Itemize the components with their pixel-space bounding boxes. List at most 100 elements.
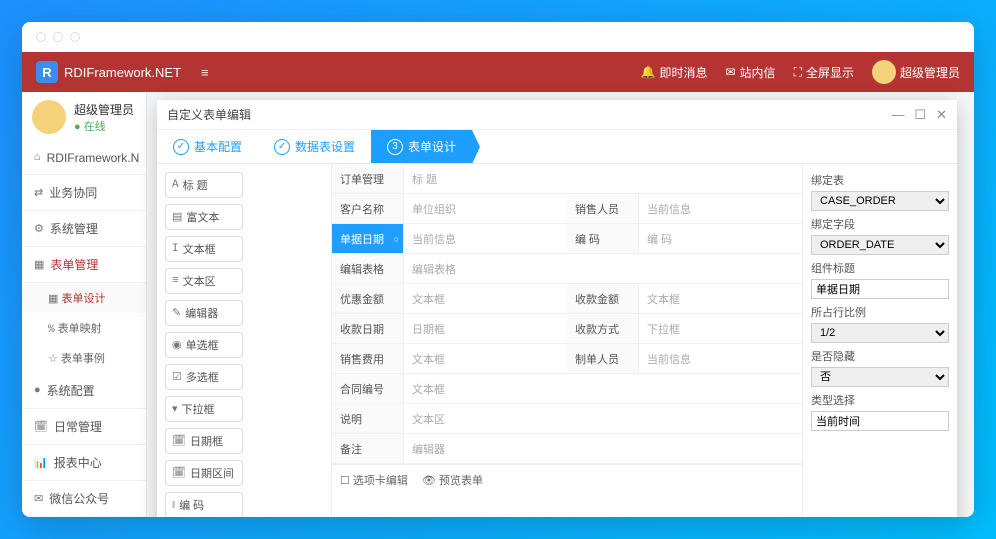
palette-item[interactable]: ▾下拉框 bbox=[165, 396, 243, 422]
logo-icon: R bbox=[36, 61, 58, 83]
mail-link[interactable]: ✉ 站内信 bbox=[725, 64, 775, 81]
field-label[interactable]: 优惠金额 bbox=[332, 284, 404, 313]
topbar: R RDIFramework.NET ≡ 🔔 即时消息 ✉ 站内信 ⛶ 全屏显示… bbox=[22, 52, 974, 92]
sidebar-item[interactable]: ●系统配置 bbox=[22, 373, 146, 409]
palette-icon: ▾ bbox=[172, 402, 178, 416]
field-label[interactable]: 订单管理 bbox=[332, 164, 404, 193]
field-value[interactable]: 当前信息 bbox=[639, 194, 802, 223]
sidebar-item[interactable]: ✉微信公众号 bbox=[22, 481, 146, 517]
palette-icon: ≡ bbox=[172, 275, 179, 287]
brand-text: RDIFramework.NET bbox=[64, 65, 181, 80]
field-label[interactable]: 合同编号 bbox=[332, 374, 404, 403]
tab-preview[interactable]: 👁 预览表单 bbox=[422, 472, 483, 488]
field-label[interactable]: 客户名称 bbox=[332, 194, 404, 223]
ratio-select[interactable]: 1/2 bbox=[811, 323, 949, 343]
palette-icon: ☑ bbox=[172, 370, 182, 384]
field-value[interactable]: 文本区 bbox=[404, 404, 802, 433]
palette-item[interactable]: 🗓日期框 bbox=[165, 428, 243, 454]
field-value[interactable]: 编辑器 bbox=[404, 434, 802, 463]
nav-icon: 📊 bbox=[34, 456, 48, 470]
field-value[interactable]: 单位组织 bbox=[404, 194, 567, 223]
sidebar-item[interactable]: ⇄业务协同 bbox=[22, 175, 146, 211]
field-value[interactable]: 文本框 bbox=[639, 284, 802, 313]
app-logo[interactable]: R RDIFramework.NET bbox=[36, 61, 181, 83]
field-label[interactable]: 收款方式 bbox=[567, 314, 639, 343]
minimize-icon[interactable]: — bbox=[891, 107, 904, 123]
field-label[interactable]: 单据日期 bbox=[332, 224, 404, 253]
nav-icon: ▦ bbox=[34, 258, 44, 272]
palette-item[interactable]: 🗓日期区间 bbox=[165, 460, 243, 486]
palette-item[interactable]: ☑多选框 bbox=[165, 364, 243, 390]
sidebar-item[interactable]: 🗓日常管理 bbox=[22, 409, 146, 445]
tab-card-edit[interactable]: ☐ 选项卡编辑 bbox=[340, 472, 408, 488]
field-label[interactable]: 说明 bbox=[332, 404, 404, 433]
field-value[interactable]: 日期框 bbox=[404, 314, 567, 343]
sidebar-username: 超级管理员 bbox=[74, 101, 134, 118]
palette-item[interactable]: I文本框 bbox=[165, 236, 243, 262]
sidebar-item[interactable]: ⌂RDIFramework.N bbox=[22, 142, 146, 175]
wizard-step[interactable]: ✓数据表设置 bbox=[258, 130, 371, 163]
field-label[interactable]: 编 码 bbox=[567, 224, 639, 253]
nav-icon: ✉ bbox=[34, 492, 43, 506]
field-value[interactable]: 当前信息 bbox=[404, 224, 567, 253]
component-title-input[interactable] bbox=[811, 279, 949, 299]
form-editor-modal: 自定义表单编辑 — ☐ ✕ ✓基本配置✓数据表设置3表单设计 A标 题▤富文本I… bbox=[157, 100, 957, 517]
sidebar-item[interactable]: ▦表单管理 bbox=[22, 247, 146, 283]
palette-item[interactable]: ◉单选框 bbox=[165, 332, 243, 358]
close-icon[interactable]: ✕ bbox=[936, 107, 947, 123]
field-value[interactable]: 编辑表格 bbox=[404, 254, 802, 283]
sidebar-sub-item[interactable]: ▦ 表单设计 bbox=[22, 283, 146, 313]
nav-icon: ● bbox=[34, 385, 41, 397]
field-value[interactable]: 下拉框 bbox=[639, 314, 802, 343]
nav-icon: 🗓 bbox=[34, 420, 48, 434]
modal-title: 自定义表单编辑 bbox=[167, 106, 251, 123]
hide-select[interactable]: 否 bbox=[811, 367, 949, 387]
field-value[interactable]: 当前信息 bbox=[639, 344, 802, 373]
browser-dots bbox=[22, 22, 974, 52]
sidebar-item[interactable]: ⚙系统管理 bbox=[22, 211, 146, 247]
field-value[interactable]: 文本框 bbox=[404, 284, 567, 313]
palette-item[interactable]: A标 题 bbox=[165, 172, 243, 198]
menu-toggle-icon[interactable]: ≡ bbox=[201, 65, 209, 80]
field-label[interactable]: 收款日期 bbox=[332, 314, 404, 343]
sidebar-sub-item[interactable]: % 表单映射 bbox=[22, 313, 146, 343]
component-palette: A标 题 ▤富文本 I文本框 ≡文本区 ✎编辑器 ◉单选框 ☑多选框 ▾下拉框 🗓日期框 🗓日期区… bbox=[157, 164, 332, 517]
user-menu[interactable]: 超级管理员 bbox=[872, 60, 960, 84]
field-label[interactable]: 销售费用 bbox=[332, 344, 404, 373]
bind-field-select[interactable]: ORDER_DATE bbox=[811, 235, 949, 255]
palette-icon: 🗓 bbox=[172, 434, 186, 448]
palette-item[interactable]: ‖编 码 bbox=[165, 492, 243, 517]
palette-item[interactable]: ▤富文本 bbox=[165, 204, 243, 230]
field-label[interactable]: 备注 bbox=[332, 434, 404, 463]
sidebar-item[interactable]: 📊报表中心 bbox=[22, 445, 146, 481]
type-input[interactable] bbox=[811, 411, 949, 431]
avatar bbox=[872, 60, 896, 84]
sidebar: 超级管理员 在线 ⌂RDIFramework.N⇄业务协同⚙系统管理▦表单管理▦… bbox=[22, 92, 147, 517]
palette-item[interactable]: ✎编辑器 bbox=[165, 300, 243, 326]
palette-icon: ✎ bbox=[172, 306, 181, 320]
sidebar-user[interactable]: 超级管理员 在线 bbox=[22, 92, 146, 142]
field-label[interactable]: 销售人员 bbox=[567, 194, 639, 223]
maximize-icon[interactable]: ☐ bbox=[914, 107, 926, 123]
wizard-step[interactable]: ✓基本配置 bbox=[157, 130, 258, 163]
instant-msg-link[interactable]: 🔔 即时消息 bbox=[641, 64, 708, 81]
field-value[interactable]: 标 题 bbox=[404, 164, 802, 193]
field-label[interactable]: 制单人员 bbox=[567, 344, 639, 373]
bind-table-select[interactable]: CASE_ORDER bbox=[811, 191, 949, 211]
palette-item[interactable]: ≡文本区 bbox=[165, 268, 243, 294]
property-panel: 绑定表 CASE_ORDER 绑定字段 ORDER_DATE 组件标题 所占行比… bbox=[802, 164, 957, 517]
fullscreen-link[interactable]: ⛶ 全屏显示 bbox=[794, 64, 854, 81]
palette-icon: ‖ bbox=[172, 499, 175, 512]
palette-icon: ◉ bbox=[172, 338, 182, 352]
field-label[interactable]: 编辑表格 bbox=[332, 254, 404, 283]
field-value[interactable]: 文本框 bbox=[404, 344, 567, 373]
palette-icon: A bbox=[172, 179, 179, 191]
avatar bbox=[32, 100, 66, 134]
wizard-step[interactable]: 3表单设计 bbox=[371, 130, 472, 163]
online-status: 在线 bbox=[74, 118, 134, 134]
palette-icon: I bbox=[172, 243, 179, 255]
sidebar-sub-item[interactable]: ☆ 表单事例 bbox=[22, 343, 146, 373]
field-value[interactable]: 文本框 bbox=[404, 374, 802, 403]
field-value[interactable]: 编 码 bbox=[639, 224, 802, 253]
field-label[interactable]: 收款金额 bbox=[567, 284, 639, 313]
